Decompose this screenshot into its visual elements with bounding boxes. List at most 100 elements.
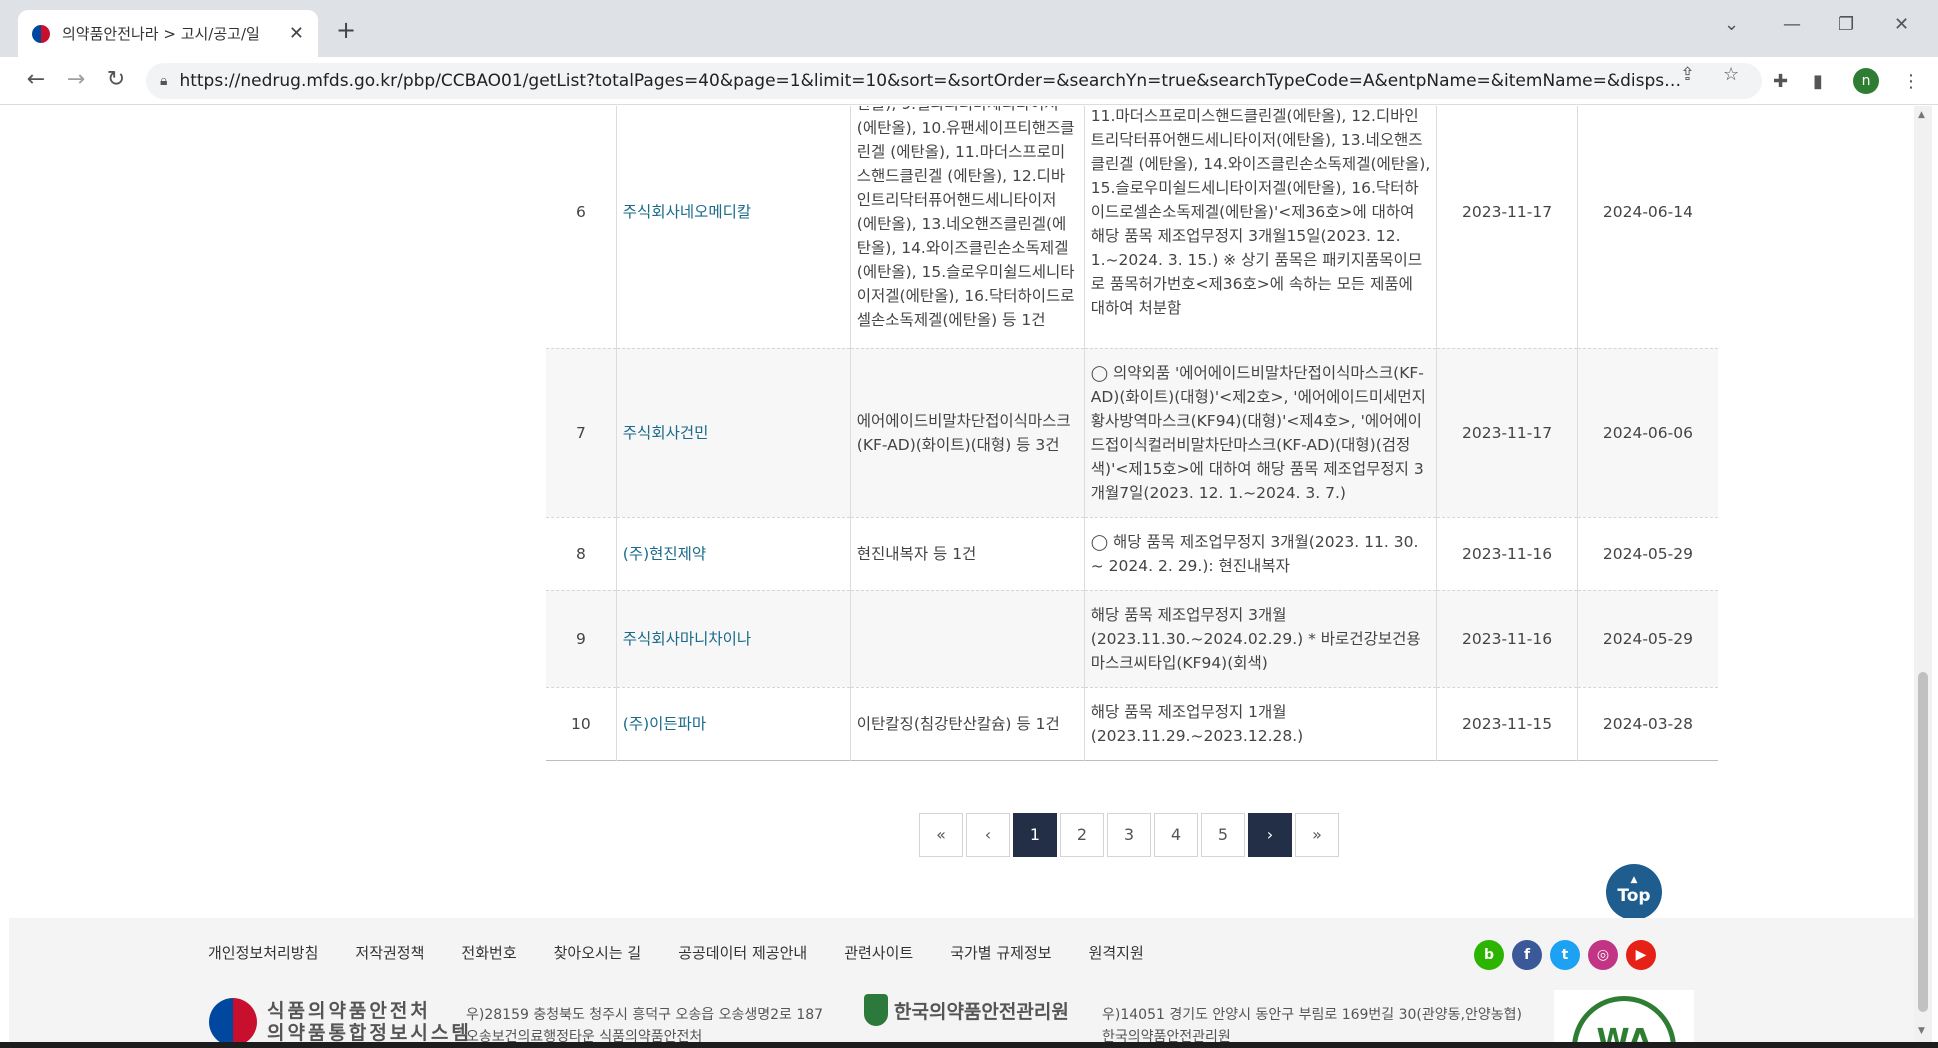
table-row: 8 (주)현진제약 현진내복자 등 1건 ◯ 해당 품목 제조업무정지 3개월(… xyxy=(546,517,1718,590)
row-number: 7 xyxy=(546,348,617,517)
footer-link[interactable]: 전화번호 xyxy=(461,942,516,963)
page-button[interactable]: 3 xyxy=(1107,813,1151,857)
company-link[interactable]: 주식회사건민 xyxy=(616,348,851,517)
detail-cell: ◯ 해당 품목 제조업무정지 3개월(2023. 11. 30. ~ 2024.… xyxy=(1084,517,1438,590)
detail-cell: ◯ 의약외품 '에어에이드비말차단접이식마스크(KF-AD)(화이트)(대형)'… xyxy=(1084,348,1438,517)
company-link[interactable]: 주식회사네오메디칼 xyxy=(616,106,851,348)
mfds-logo[interactable]: 식품의약품안전처 의약품통합정보시스템 xyxy=(209,998,472,1042)
bookmark-star-icon[interactable]: ☆ xyxy=(1723,64,1739,85)
disposition-date: 2023-11-16 xyxy=(1436,517,1578,590)
footer-link[interactable]: 원격지원 xyxy=(1089,942,1144,963)
kpa-logo-text: 한국의약품안전관리원 xyxy=(894,1000,1069,1023)
shield-icon xyxy=(864,994,888,1026)
item-cell: 이탄칼징(침강탄산칼슘) 등 1건 xyxy=(850,687,1085,760)
mfds-logo-text: 식품의약품안전처 의약품통합정보시스템 xyxy=(267,1000,472,1042)
tab-search-icon[interactable]: ⌄ xyxy=(1724,14,1739,35)
url-text[interactable]: https://nedrug.mfds.go.kr/pbp/CCBAO01/ge… xyxy=(179,71,1689,91)
disposition-date: 2023-11-15 xyxy=(1436,687,1578,760)
mfds-address: 우)28159 충청북도 청주시 흥덕구 오송읍 오송생명2로 187 오송보건… xyxy=(466,1004,823,1042)
disposition-table: 6 주식회사네오메디칼 탄올), 9.셀라피더마세니타이저(에탄올), 10.유… xyxy=(546,106,1718,761)
row-number: 8 xyxy=(546,517,617,590)
top-label: Top xyxy=(1617,886,1651,906)
twitter-icon[interactable]: t xyxy=(1550,940,1580,970)
footer-link[interactable]: 찾아오시는 길 xyxy=(554,942,642,963)
tab-title: 의약품안전나라 > 고시/공고/일 xyxy=(62,25,260,43)
back-icon[interactable]: ← xyxy=(22,67,50,92)
browser-tab[interactable]: 의약품안전나라 > 고시/공고/일 ✕ xyxy=(18,10,318,57)
facebook-icon[interactable]: f xyxy=(1512,940,1542,970)
first-page-button[interactable]: « xyxy=(919,813,963,857)
item-cell: 현진내복자 등 1건 xyxy=(850,517,1085,590)
kpa-logo[interactable]: 한국의약품안전관리원 xyxy=(864,994,1069,1026)
company-link[interactable]: 주식회사마니차이나 xyxy=(616,590,851,687)
detail-cell: 11.마더스프로미스핸드클린겔(에탄올), 12.디바인트리닥터퓨어핸드세니타이… xyxy=(1084,106,1438,348)
wa-accessibility-badge: WA xyxy=(1554,990,1694,1042)
end-date: 2024-06-14 xyxy=(1602,202,1693,221)
page-button[interactable]: 4 xyxy=(1154,813,1198,857)
close-tab-icon[interactable]: ✕ xyxy=(289,23,304,44)
menu-kebab-icon[interactable]: ⋮ xyxy=(1902,71,1920,92)
browser-toolbar: ← → ↻ 🔒︎ https://nedrug.mfds.go.kr/pbp/C… xyxy=(0,57,1938,105)
footer-link[interactable]: 저작권정책 xyxy=(355,942,424,963)
kpa-address-line2: 한국의약품안전관리원 xyxy=(1102,1029,1231,1042)
next-page-button[interactable]: › xyxy=(1248,813,1292,857)
share-icon[interactable]: ⇪ xyxy=(1680,64,1695,85)
site-favicon-icon xyxy=(32,24,50,43)
table-row: 9 주식회사마니차이나 해당 품목 제조업무정지 3개월(2023.11.30.… xyxy=(546,590,1718,687)
end-date: 2024-03-28 xyxy=(1602,714,1693,733)
os-taskbar xyxy=(0,1042,1938,1048)
youtube-icon[interactable]: ▶ xyxy=(1626,940,1656,970)
extensions-icon[interactable]: ✚ xyxy=(1773,71,1788,92)
scroll-down-icon[interactable]: ▼ xyxy=(1918,1026,1925,1036)
company-link[interactable]: (주)이든파마 xyxy=(616,687,851,760)
forward-icon[interactable]: → xyxy=(62,67,90,92)
address-bar[interactable]: 🔒︎ https://nedrug.mfds.go.kr/pbp/CCBAO01… xyxy=(146,63,1762,99)
page-content: 6 주식회사네오메디칼 탄올), 9.셀라피더마세니타이저(에탄올), 10.유… xyxy=(9,106,1914,1042)
row-number: 6 xyxy=(546,106,617,348)
kpa-address-line1: 우)14051 경기도 안양시 동안구 부림로 169번길 30(관양동,안양농… xyxy=(1102,1007,1522,1023)
scroll-thumb[interactable] xyxy=(1918,672,1928,1012)
table-row: 10 (주)이든파마 이탄칼징(침강탄산칼슘) 등 1건 해당 품목 제조업무정… xyxy=(546,687,1718,760)
pagination: « ‹ 1 2 3 4 5 › » xyxy=(919,813,1339,857)
item-cell xyxy=(850,590,1085,687)
row-number: 10 xyxy=(546,687,617,760)
side-panel-icon[interactable]: ▮ xyxy=(1813,71,1823,92)
mfds-address-line2: 오송보건의료행정타운 식품의약품안전처 xyxy=(466,1029,703,1042)
end-date: 2024-05-29 xyxy=(1602,629,1693,648)
last-page-button[interactable]: » xyxy=(1295,813,1339,857)
detail-cell: 해당 품목 제조업무정지 1개월(2023.11.29.~2023.12.28.… xyxy=(1084,687,1438,760)
prev-page-button[interactable]: ‹ xyxy=(966,813,1010,857)
taeguk-icon xyxy=(209,998,257,1042)
reload-icon[interactable]: ↻ xyxy=(102,67,130,92)
company-link[interactable]: (주)현진제약 xyxy=(616,517,851,590)
page-button[interactable]: 5 xyxy=(1201,813,1245,857)
table-row: 6 주식회사네오메디칼 탄올), 9.셀라피더마세니타이저(에탄올), 10.유… xyxy=(546,106,1718,348)
row-number: 9 xyxy=(546,590,617,687)
restore-icon[interactable]: ❐ xyxy=(1838,14,1854,35)
footer-link[interactable]: 관련사이트 xyxy=(844,942,913,963)
mfds-logo-line1: 식품의약품안전처 xyxy=(267,1000,431,1022)
detail-cell: 해당 품목 제조업무정지 3개월(2023.11.30.~2024.02.29.… xyxy=(1084,590,1438,687)
scroll-up-icon[interactable]: ▲ xyxy=(1918,110,1925,120)
instagram-icon[interactable]: ◎ xyxy=(1588,940,1618,970)
end-date: 2024-06-06 xyxy=(1602,423,1693,442)
close-window-icon[interactable]: ✕ xyxy=(1894,14,1909,35)
blog-icon[interactable]: b xyxy=(1474,940,1504,970)
page-scrollbar[interactable]: ▲ ▼ xyxy=(1914,106,1932,1042)
mfds-logo-line2: 의약품통합정보시스템 xyxy=(267,1022,472,1042)
scroll-top-button[interactable]: ▲ Top xyxy=(1606,864,1662,920)
lock-icon[interactable]: 🔒︎ xyxy=(160,73,167,89)
kpa-address: 우)14051 경기도 안양시 동안구 부림로 169번길 30(관양동,안양농… xyxy=(1102,1004,1522,1042)
disposition-date: 2023-11-17 xyxy=(1436,348,1578,517)
footer-link[interactable]: 개인정보처리방침 xyxy=(208,942,318,963)
footer-link[interactable]: 공공데이터 제공안내 xyxy=(678,942,807,963)
table-row: 7 주식회사건민 에어에이드비말차단접이식마스크(KF-AD)(화이트)(대형)… xyxy=(546,348,1718,517)
footer-links: 개인정보처리방침 저작권정책 전화번호 찾아오시는 길 공공데이터 제공안내 관… xyxy=(208,942,1144,963)
profile-avatar[interactable]: n xyxy=(1853,68,1879,94)
item-cell: 탄올), 9.셀라피더마세니타이저(에탄올), 10.유팬세이프티핸즈클린겔 (… xyxy=(850,106,1085,348)
page-button[interactable]: 2 xyxy=(1060,813,1104,857)
minimize-icon[interactable]: — xyxy=(1783,14,1801,35)
page-button[interactable]: 1 xyxy=(1013,813,1057,857)
footer-link[interactable]: 국가별 규제정보 xyxy=(950,942,1051,963)
new-tab-icon[interactable]: + xyxy=(336,16,356,44)
